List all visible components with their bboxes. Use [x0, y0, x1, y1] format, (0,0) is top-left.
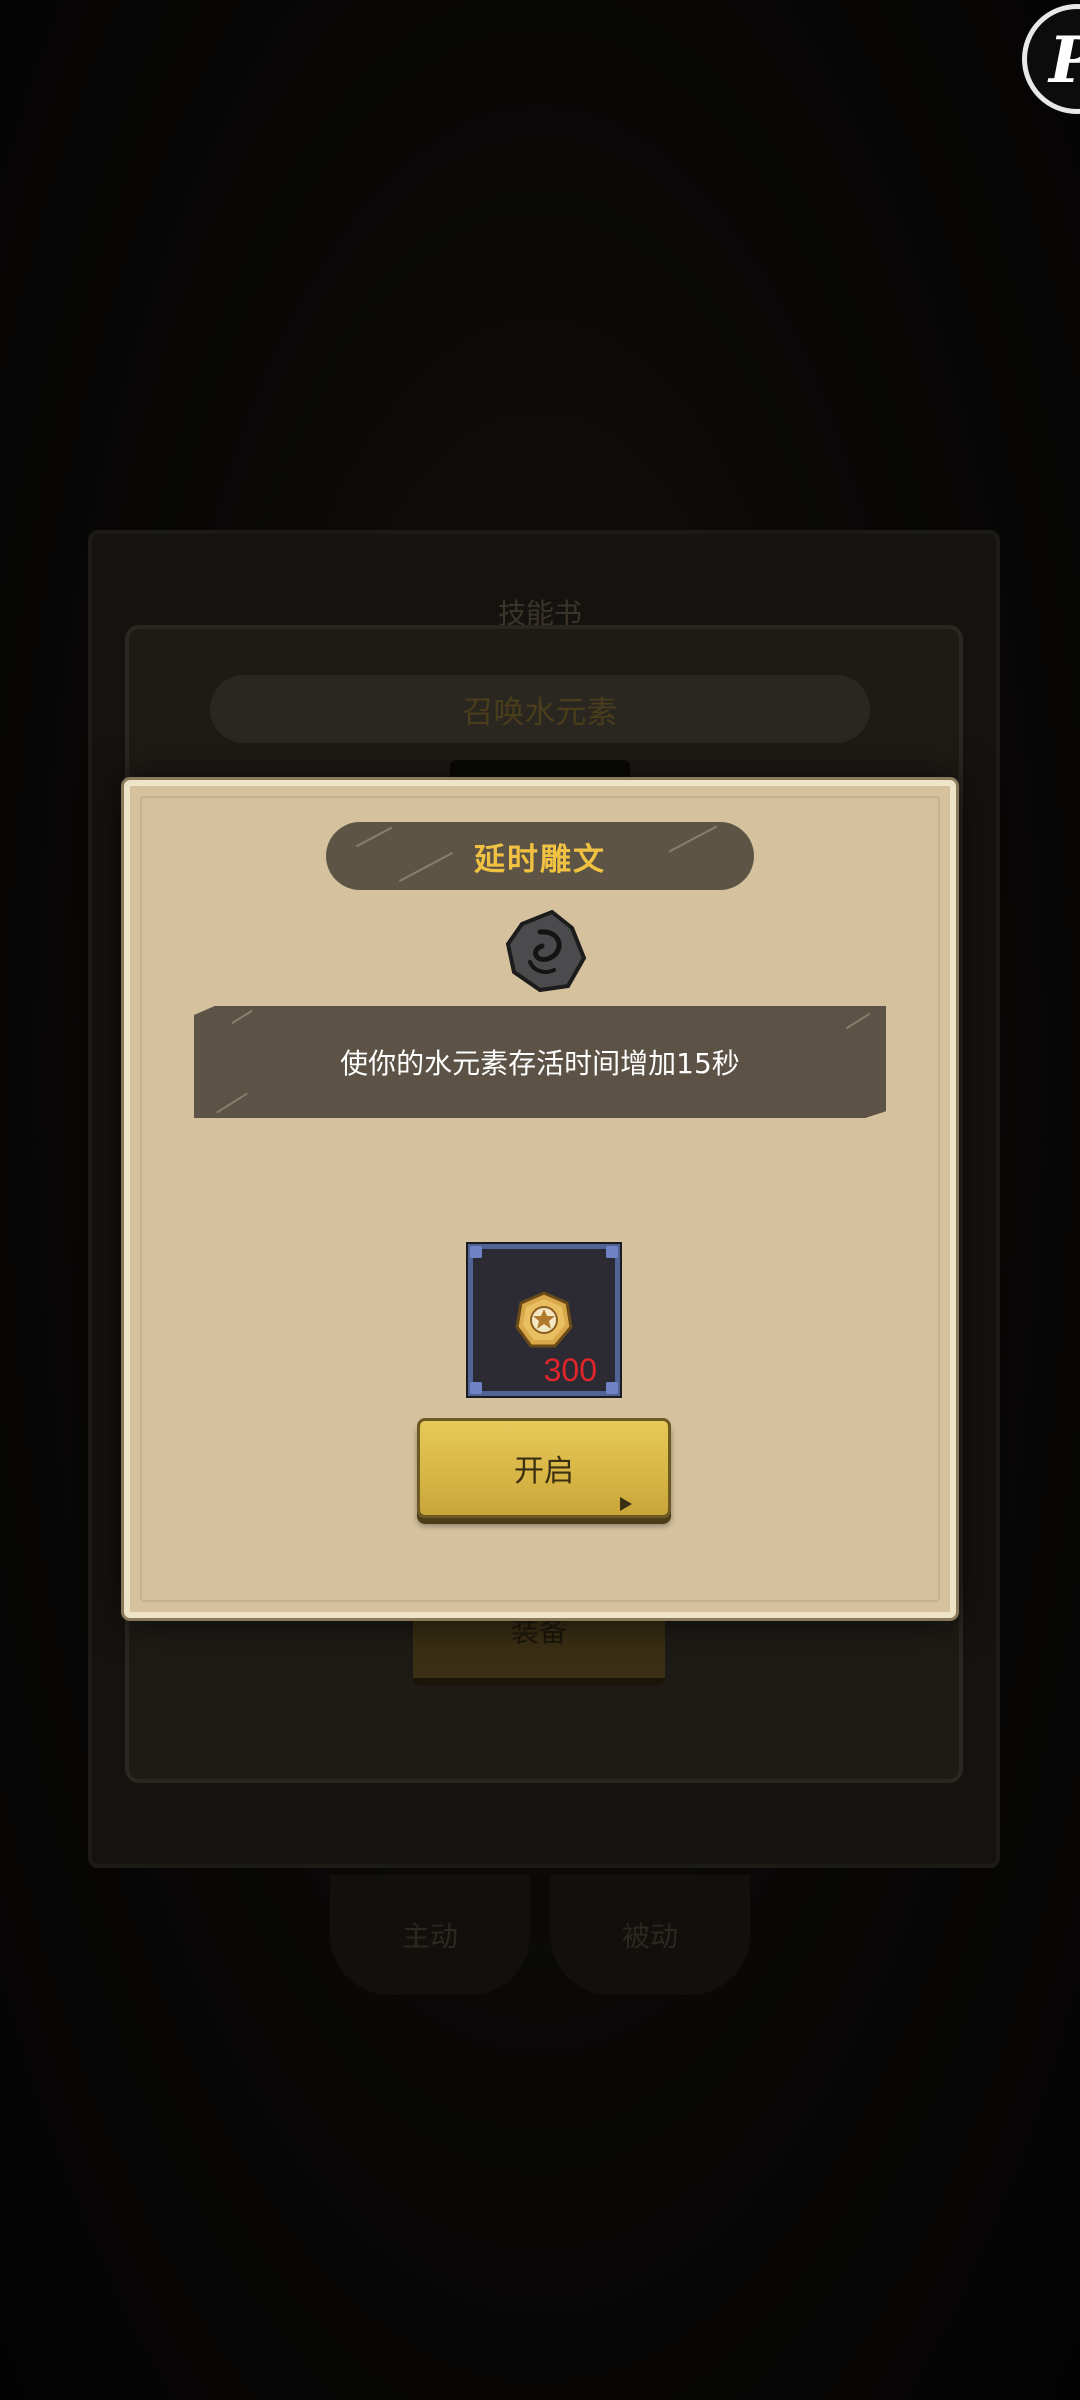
background-faint-heading [330, 120, 750, 164]
button-arrow-icon [620, 1497, 632, 1511]
open-button-label: 开启 [514, 1454, 574, 1489]
background-tab-passive-label: 被动 [621, 1920, 678, 1953]
description-scratch [216, 1092, 248, 1114]
slot-corner [606, 1246, 618, 1258]
cost-amount: 300 [543, 1352, 597, 1388]
slot-corner [470, 1382, 482, 1394]
popup-title-banner: 延时雕文 [326, 822, 754, 890]
glyph-unlock-popup: 延时雕文 使你的水元素存活时间增加15秒 300 开启 [124, 780, 956, 1618]
background-tab-active: 主动 [330, 1875, 530, 1995]
gold-coin-icon [515, 1291, 573, 1348]
popup-title: 延时雕文 [474, 841, 606, 878]
banner-scratch [399, 852, 453, 882]
open-button[interactable]: 开启 [417, 1418, 671, 1518]
description-scratch [845, 1012, 871, 1030]
banner-scratch [355, 826, 393, 848]
cost-item-slot: 300 [466, 1242, 622, 1398]
background-dialog-title: 召唤水元素 [210, 675, 870, 743]
background-tab-active-label: 主动 [401, 1920, 458, 1953]
floating-assist-glyph: P [1049, 23, 1080, 98]
description-scratch [231, 1009, 253, 1025]
glyph-description-box: 使你的水元素存活时间增加15秒 [194, 1006, 886, 1118]
slot-corner [606, 1382, 618, 1394]
rune-stone-icon [505, 909, 587, 993]
glyph-description: 使你的水元素存活时间增加15秒 [340, 1047, 740, 1080]
banner-scratch [668, 825, 718, 853]
slot-corner [470, 1246, 482, 1258]
background-tab-passive: 被动 [550, 1875, 750, 1995]
